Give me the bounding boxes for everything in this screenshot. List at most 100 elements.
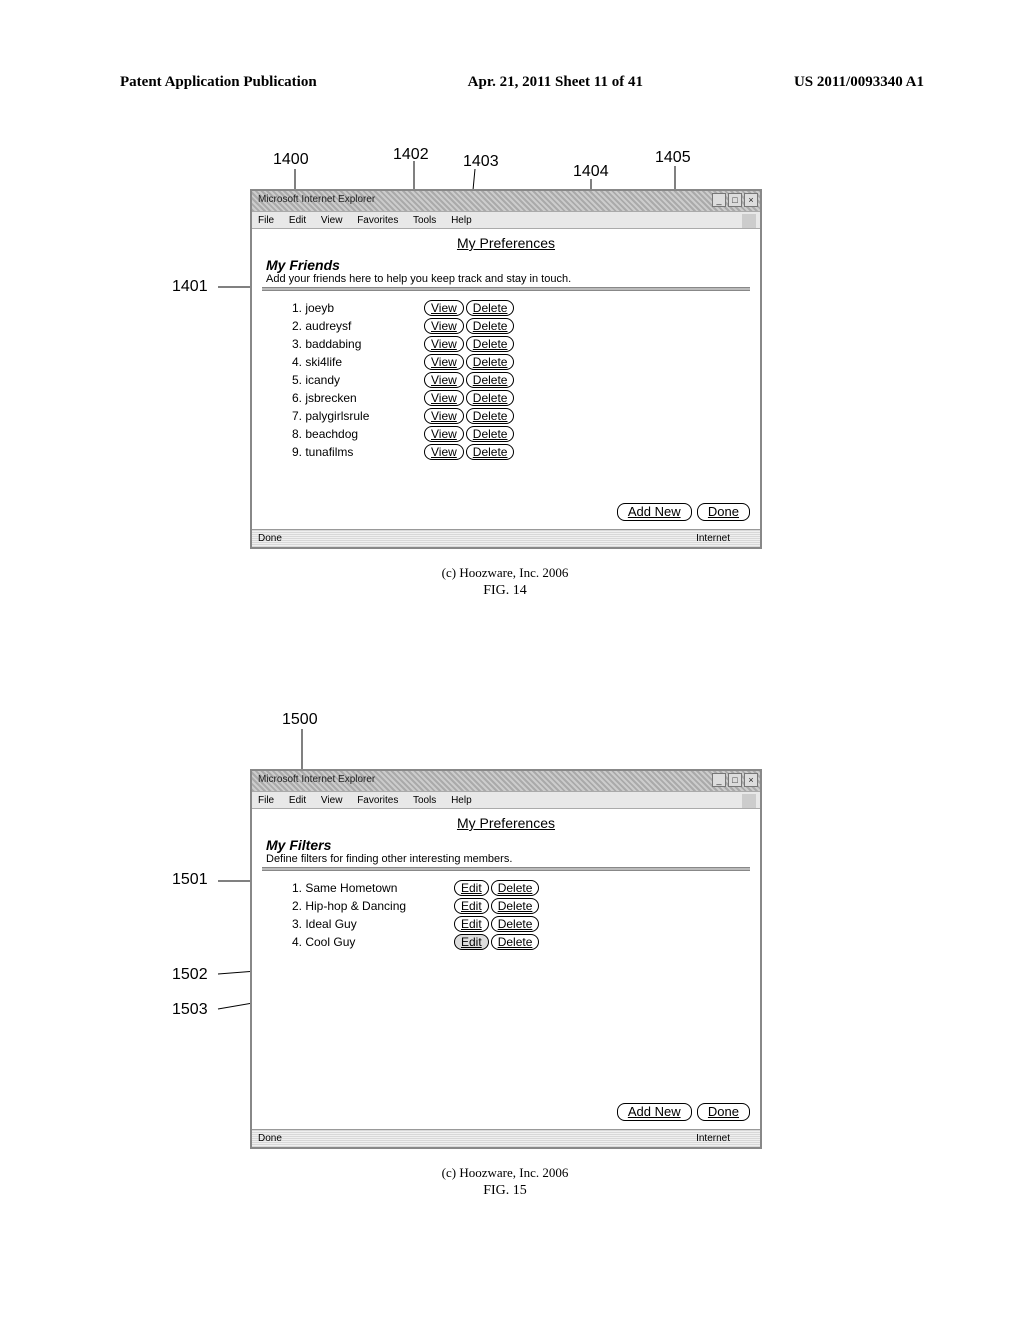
copyright-caption: (c) Hoozware, Inc. 2006: [120, 1165, 890, 1181]
callout-1400: 1400: [273, 151, 309, 169]
list-item: 6. jsbreckenViewDelete: [292, 389, 750, 407]
list-item: 1. Same HometownEditDelete: [292, 879, 750, 897]
filters-list: 1. Same HometownEditDelete 2. Hip-hop & …: [292, 879, 750, 951]
menubar: File Edit View Favorites Tools Help: [252, 211, 760, 229]
delete-button[interactable]: Delete: [466, 426, 515, 442]
view-button[interactable]: View: [424, 390, 464, 406]
delete-button[interactable]: Delete: [466, 300, 515, 316]
done-button[interactable]: Done: [697, 503, 750, 521]
callout-1500: 1500: [282, 711, 318, 729]
callout-1502: 1502: [172, 966, 208, 984]
menu-help[interactable]: Help: [451, 795, 472, 806]
delete-button[interactable]: Delete: [466, 390, 515, 406]
delete-button[interactable]: Delete: [491, 934, 540, 950]
menu-view[interactable]: View: [321, 795, 343, 806]
add-new-button[interactable]: Add New: [617, 1103, 692, 1121]
list-item: 2. audreysfViewDelete: [292, 317, 750, 335]
header-mid: Apr. 21, 2011 Sheet 11 of 41: [468, 74, 643, 91]
list-item: 4. ski4lifeViewDelete: [292, 353, 750, 371]
status-text: Done: [258, 1133, 282, 1144]
browser-window: Microsoft Internet Explorer _ □ × File E…: [250, 189, 762, 549]
friend-label: 3. baddabing: [292, 337, 422, 351]
menu-file[interactable]: File: [258, 215, 274, 226]
menu-favorites[interactable]: Favorites: [357, 795, 398, 806]
figure-14: 1400 1401 1402 1403 1404 1405 Microsoft …: [120, 141, 924, 641]
titlebar: Microsoft Internet Explorer _ □ ×: [252, 191, 760, 211]
titlebar: Microsoft Internet Explorer _ □ ×: [252, 771, 760, 791]
friend-label: 5. icandy: [292, 373, 422, 387]
callout-1403: 1403: [463, 153, 499, 171]
view-button[interactable]: View: [424, 444, 464, 460]
divider: [262, 287, 750, 291]
view-button[interactable]: View: [424, 354, 464, 370]
menu-file[interactable]: File: [258, 795, 274, 806]
header-left: Patent Application Publication: [120, 74, 317, 91]
view-button[interactable]: View: [424, 336, 464, 352]
view-button[interactable]: View: [424, 426, 464, 442]
delete-button[interactable]: Delete: [466, 444, 515, 460]
minimize-icon[interactable]: _: [712, 193, 726, 207]
minimize-icon[interactable]: _: [712, 773, 726, 787]
section-title: My Friends: [266, 257, 750, 273]
edit-button[interactable]: Edit: [454, 880, 489, 896]
menu-edit[interactable]: Edit: [289, 795, 306, 806]
page-header: Patent Application Publication Apr. 21, …: [120, 74, 924, 91]
menu-tools[interactable]: Tools: [413, 795, 436, 806]
delete-button[interactable]: Delete: [491, 880, 540, 896]
callout-1402: 1402: [393, 146, 429, 164]
maximize-icon[interactable]: □: [728, 193, 742, 207]
maximize-icon[interactable]: □: [728, 773, 742, 787]
list-item: 3. Ideal GuyEditDelete: [292, 915, 750, 933]
content-area: My Preferences My Friends Add your frien…: [252, 229, 760, 529]
view-button[interactable]: View: [424, 372, 464, 388]
list-item: 4. Cool GuyEditDelete: [292, 933, 750, 951]
menu-view[interactable]: View: [321, 215, 343, 226]
delete-button[interactable]: Delete: [466, 408, 515, 424]
edit-button[interactable]: Edit: [454, 916, 489, 932]
delete-button[interactable]: Delete: [491, 898, 540, 914]
content-area: My Preferences My Filters Define filters…: [252, 809, 760, 1129]
friend-label: 7. palygirlsrule: [292, 409, 422, 423]
friend-label: 1. joeyb: [292, 301, 422, 315]
done-button[interactable]: Done: [697, 1103, 750, 1121]
filter-label: 1. Same Hometown: [292, 881, 452, 895]
status-text: Done: [258, 533, 282, 544]
copyright-caption: (c) Hoozware, Inc. 2006: [120, 565, 890, 581]
friend-label: 2. audreysf: [292, 319, 422, 333]
edit-button[interactable]: Edit: [454, 898, 489, 914]
section-subtitle: Define filters for finding other interes…: [266, 853, 750, 865]
callout-1503: 1503: [172, 1001, 208, 1019]
page-title: My Preferences: [262, 815, 750, 831]
close-icon[interactable]: ×: [744, 773, 758, 787]
menu-tools[interactable]: Tools: [413, 215, 436, 226]
list-item: 8. beachdogViewDelete: [292, 425, 750, 443]
menu-edit[interactable]: Edit: [289, 215, 306, 226]
view-button[interactable]: View: [424, 300, 464, 316]
list-item: 7. palygirlsruleViewDelete: [292, 407, 750, 425]
add-new-button[interactable]: Add New: [617, 503, 692, 521]
titlebar-text: Microsoft Internet Explorer: [258, 774, 375, 785]
close-icon[interactable]: ×: [744, 193, 758, 207]
statusbar: Done Internet: [252, 1129, 760, 1147]
menu-favorites[interactable]: Favorites: [357, 215, 398, 226]
callout-1404: 1404: [573, 163, 609, 181]
menu-help[interactable]: Help: [451, 215, 472, 226]
view-button[interactable]: View: [424, 318, 464, 334]
statusbar: Done Internet: [252, 529, 760, 547]
throbber-icon: [742, 214, 756, 228]
delete-button[interactable]: Delete: [466, 354, 515, 370]
delete-button[interactable]: Delete: [491, 916, 540, 932]
callout-1501: 1501: [172, 871, 208, 889]
filter-label: 4. Cool Guy: [292, 935, 452, 949]
delete-button[interactable]: Delete: [466, 372, 515, 388]
list-item: 5. icandyViewDelete: [292, 371, 750, 389]
filter-label: 3. Ideal Guy: [292, 917, 452, 931]
view-button[interactable]: View: [424, 408, 464, 424]
figure-label: FIG. 14: [120, 583, 890, 599]
divider: [262, 867, 750, 871]
delete-button[interactable]: Delete: [466, 336, 515, 352]
list-item: 9. tunafilmsViewDelete: [292, 443, 750, 461]
delete-button[interactable]: Delete: [466, 318, 515, 334]
edit-button[interactable]: Edit: [454, 934, 489, 950]
page: Patent Application Publication Apr. 21, …: [0, 0, 1024, 1341]
